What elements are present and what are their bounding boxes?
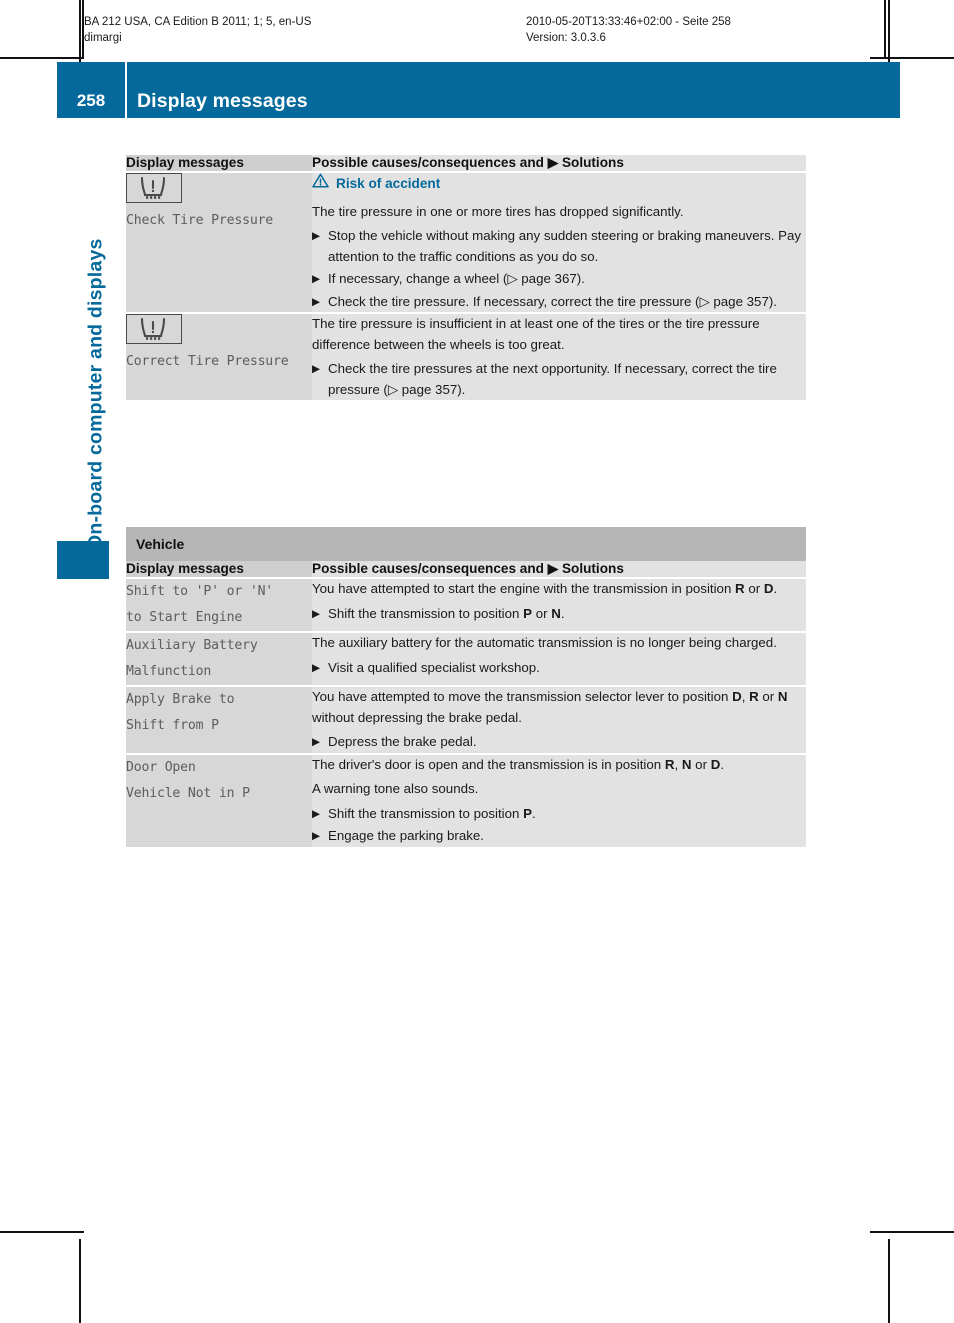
list-item: ▶ Engage the parking brake. bbox=[312, 826, 806, 847]
description-paragraph: The tire pressure is insufficient in at … bbox=[312, 316, 760, 352]
print-metadata-header: BA 212 USA, CA Edition B 2011; 1; 5, en-… bbox=[82, 0, 886, 58]
description-paragraph: The driver's door is open and the transm… bbox=[312, 756, 725, 772]
table-row: Apply Brake to Shift from P You have atte… bbox=[126, 685, 806, 754]
section-header-vehicle: Vehicle bbox=[126, 527, 806, 562]
list-item: ▶ Depress the brake pedal. bbox=[312, 732, 806, 753]
message-cell: Correct Tire Pressure bbox=[126, 312, 312, 400]
step-bullet-icon: ▶ bbox=[312, 607, 321, 620]
warning-heading: Risk of accident bbox=[312, 173, 806, 195]
step-bullet-icon: ▶ bbox=[312, 363, 321, 375]
list-item: ▶ Shift the transmission to position P. bbox=[312, 804, 806, 825]
description-paragraph: The auxiliary battery for the automatic … bbox=[312, 635, 777, 650]
column-header-display-messages: Display messages bbox=[126, 561, 312, 578]
description-cell: The tire pressure is insufficient in at … bbox=[312, 312, 806, 400]
tire-pressure-warning-icon bbox=[126, 314, 182, 344]
table-row: Check Tire Pressure Risk of accident The… bbox=[126, 171, 806, 313]
crop-mark-top-left bbox=[0, 57, 84, 59]
description-cell: The driver's door is open and the transm… bbox=[312, 752, 806, 847]
message-cell: Check Tire Pressure bbox=[126, 171, 312, 313]
table-row: Auxiliary Battery Malfunction The auxilia… bbox=[126, 631, 806, 686]
column-header-causes-solutions: Possible causes/consequences and ▶ Solut… bbox=[312, 561, 806, 578]
message-cell: Auxiliary Battery Malfunction bbox=[126, 631, 312, 686]
warning-triangle-icon bbox=[312, 173, 329, 195]
print-header-right-rule bbox=[884, 0, 886, 58]
list-item: ▶ If necessary, change a wheel (▷ page 36… bbox=[312, 269, 806, 290]
step-text: Visit a qualified specialist workshop. bbox=[328, 659, 540, 675]
crop-mark-bottom-left bbox=[0, 1231, 84, 1233]
description-cell: You have attempted to move the transmiss… bbox=[312, 685, 806, 754]
step-bullet-icon: ▶ bbox=[312, 830, 321, 842]
step-text: Engage the parking brake. bbox=[328, 828, 484, 843]
table-row: Shift to 'P' or 'N' to Start Engine You h… bbox=[126, 577, 806, 632]
description-paragraph-secondary: A warning tone also sounds. bbox=[312, 781, 479, 796]
solution-steps: ▶ Stop the vehicle without making any sud… bbox=[312, 226, 806, 312]
description-cell: Risk of accident The tire pressure in on… bbox=[312, 171, 806, 313]
column-header-display-messages: Display messages bbox=[126, 155, 312, 172]
crop-mark-bottom-left-v bbox=[79, 1239, 81, 1323]
list-item: ▶ Visit a qualified specialist workshop. bbox=[312, 658, 806, 679]
list-item: ▶ Shift the transmission to position P or… bbox=[312, 604, 806, 625]
table-header-row: Display messages Possible causes/consequ… bbox=[126, 155, 806, 172]
step-bullet-icon: ▶ bbox=[312, 736, 321, 748]
print-header-version: Version: 3.0.3.6 bbox=[526, 32, 606, 44]
page-header-divider bbox=[125, 62, 127, 118]
step-bullet-icon: ▶ bbox=[312, 295, 321, 308]
list-item: ▶ Check the tire pressure. If necessary, … bbox=[312, 292, 806, 313]
solution-steps: ▶ Check the tire pressures at the next op… bbox=[312, 359, 806, 400]
description-paragraph: The tire pressure in one or more tires h… bbox=[312, 203, 684, 219]
table-header-row: Display messages Possible causes/consequ… bbox=[126, 561, 806, 578]
table-row: Correct Tire Pressure The tire pressure … bbox=[126, 312, 806, 400]
page-title: Display messages bbox=[137, 90, 308, 112]
page-number: 258 bbox=[76, 91, 106, 110]
column-header-causes-solutions: Possible causes/consequences and ▶ Solut… bbox=[312, 155, 806, 172]
solution-steps: ▶ Shift the transmission to position P. ▶… bbox=[312, 804, 806, 847]
chapter-tab-label: On-board computer and displays bbox=[84, 238, 107, 550]
tire-pressure-warning-icon bbox=[126, 173, 182, 203]
crop-mark-bottom-right-v bbox=[888, 1239, 890, 1323]
message-cell: Door Open Vehicle Not in P bbox=[126, 752, 312, 847]
list-item: ▶ Check the tire pressures at the next op… bbox=[312, 359, 806, 400]
display-messages-table-tires: Display messages Possible causes/consequ… bbox=[126, 155, 806, 400]
solution-steps: ▶ Shift the transmission to position P or… bbox=[312, 604, 806, 625]
print-header-right: 2010-05-20T13:33:46+02:00 - Seite 258 Ve… bbox=[526, 14, 731, 46]
message-cell: Apply Brake to Shift from P bbox=[126, 685, 312, 754]
step-text: Depress the brake pedal. bbox=[328, 734, 477, 749]
description-paragraph: You have attempted to move the transmiss… bbox=[312, 689, 788, 725]
step-text: Shift the transmission to position P. bbox=[328, 805, 536, 821]
warning-title: Risk of accident bbox=[336, 175, 441, 191]
solution-steps: ▶ Visit a qualified specialist workshop. bbox=[312, 658, 806, 679]
crop-mark-bottom-right bbox=[870, 1231, 954, 1233]
step-text: If necessary, change a wheel (▷ page 367… bbox=[328, 271, 585, 286]
step-text: Check the tire pressures at the next opp… bbox=[328, 361, 777, 397]
step-text: Check the tire pressure. If necessary, c… bbox=[328, 293, 777, 309]
display-messages-table-vehicle: Display messages Possible causes/consequ… bbox=[126, 561, 806, 847]
chapter-tab-marker bbox=[57, 541, 109, 579]
message-text: Check Tire Pressure bbox=[126, 213, 274, 228]
description-paragraph: You have attempted to start the engine w… bbox=[312, 581, 778, 596]
print-header-timestamp: 2010-05-20T13:33:46+02:00 - Seite 258 bbox=[526, 16, 731, 28]
step-bullet-icon: ▶ bbox=[312, 807, 321, 820]
list-item: ▶ Stop the vehicle without making any sud… bbox=[312, 226, 806, 267]
step-bullet-icon: ▶ bbox=[312, 230, 321, 242]
solution-steps: ▶ Depress the brake pedal. bbox=[312, 732, 806, 753]
step-text: Shift the transmission to position P or … bbox=[328, 605, 565, 621]
print-header-user: dimargi bbox=[84, 32, 122, 44]
step-text: Stop the vehicle without making any sudd… bbox=[328, 228, 802, 264]
print-header-left: BA 212 USA, CA Edition B 2011; 1; 5, en-… bbox=[84, 14, 311, 46]
step-bullet-icon: ▶ bbox=[312, 661, 321, 674]
message-text: Correct Tire Pressure bbox=[126, 354, 289, 369]
description-cell: The auxiliary battery for the automatic … bbox=[312, 631, 806, 686]
description-cell: You have attempted to start the engine w… bbox=[312, 577, 806, 632]
table-row: Door Open Vehicle Not in P The driver's d… bbox=[126, 752, 806, 847]
step-bullet-icon: ▶ bbox=[312, 273, 321, 285]
message-cell: Shift to 'P' or 'N' to Start Engine bbox=[126, 577, 312, 632]
print-header-doc-id: BA 212 USA, CA Edition B 2011; 1; 5, en-… bbox=[84, 16, 312, 28]
